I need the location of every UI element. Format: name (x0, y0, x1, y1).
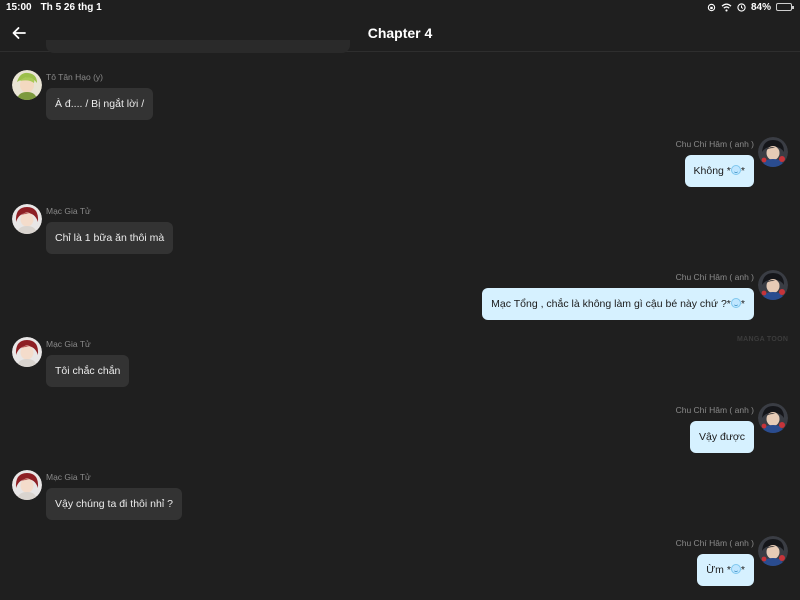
smile-emoji-icon (730, 165, 741, 175)
message-row: Mạc Gia Tử Vậy chúng ta đi thôi nhỉ ? (12, 470, 312, 526)
page-title: Chapter 4 (367, 24, 433, 41)
sender-name: Chu Chí Hâm ( anh ) (675, 139, 754, 149)
message-bubble[interactable]: Mạc Tổng , chắc là không làm gì cậu bé n… (482, 288, 754, 320)
message-row: Tô Tân Hạo (y) À đ.... / Bị ngắt lời / (12, 70, 312, 126)
status-time: 15:00 (6, 1, 32, 13)
message-bubble[interactable]: Vậy chúng ta đi thôi nhỉ ? (46, 488, 182, 520)
smile-emoji-icon (730, 298, 741, 308)
chat-screen: 15:00 Th 5 26 thg 1 84% Chapter 4 Tô Tân… (0, 0, 800, 600)
avatar-dark-haired-man[interactable] (758, 270, 788, 300)
partial-message-bubble (46, 40, 350, 53)
wifi-icon (721, 2, 732, 12)
message-bubble[interactable]: Ừm * * (697, 554, 754, 586)
avatar-red-haired-girl[interactable] (12, 204, 42, 234)
sender-name: Chu Chí Hâm ( anh ) (675, 538, 754, 548)
avatar-green-haired-boy[interactable] (12, 70, 42, 100)
avatar-red-haired-girl[interactable] (12, 337, 42, 367)
avatar-dark-haired-man[interactable] (758, 536, 788, 566)
message-row: Chu Chí Hâm ( anh ) Không * * (488, 137, 788, 193)
sender-name: Chu Chí Hâm ( anh ) (675, 405, 754, 415)
sender-name: Chu Chí Hâm ( anh ) (675, 272, 754, 282)
status-date: Th 5 26 thg 1 (40, 1, 102, 13)
avatar-dark-haired-man[interactable] (758, 137, 788, 167)
message-row: Chu Chí Hâm ( anh ) Vậy được (488, 403, 788, 459)
battery-icon (776, 3, 794, 11)
message-bubble[interactable]: Không * * (684, 155, 754, 187)
message-text-end: * (740, 298, 745, 310)
back-button[interactable] (8, 22, 30, 44)
message-bubble[interactable]: À đ.... / Bị ngắt lời / (46, 88, 154, 120)
battery-percent: 84% (750, 1, 771, 13)
smile-emoji-icon (730, 564, 741, 574)
message-row: Mạc Gia Tử Chỉ là 1 bữa ăn thôi mà (12, 204, 312, 260)
avatar-dark-haired-man[interactable] (758, 403, 788, 433)
message-bubble[interactable]: Chỉ là 1 bữa ăn thôi mà (46, 222, 174, 254)
message-row: Chu Chí Hâm ( anh ) Mạc Tổng , chắc là k… (468, 270, 788, 326)
sender-name: Mạc Gia Tử (46, 472, 91, 482)
message-text-end: * (740, 165, 745, 177)
message-row: Chu Chí Hâm ( anh ) Ừm * * (488, 536, 788, 592)
sender-name: Tô Tân Hạo (y) (46, 72, 104, 82)
message-text: Mạc Tổng , chắc là không làm gì cậu bé n… (491, 298, 731, 310)
message-row: Mạc Gia Tử Tôi chắc chắn (12, 337, 312, 393)
message-text: Không * (693, 165, 731, 177)
watermark: MANGA TOON (737, 336, 789, 343)
message-text-end: * (740, 564, 745, 576)
sender-name: Mạc Gia Tử (46, 339, 91, 349)
message-text: Ừm * (706, 564, 731, 576)
arrow-left-icon (12, 27, 26, 39)
sender-name: Mạc Gia Tử (46, 206, 91, 216)
avatar-red-haired-girl[interactable] (12, 470, 42, 500)
alarm-icon (737, 2, 746, 12)
orientation-lock-icon (707, 3, 716, 12)
message-bubble[interactable]: Vậy được (689, 421, 754, 453)
status-bar: 15:00 Th 5 26 thg 1 84% (0, 0, 800, 14)
message-bubble[interactable]: Tôi chắc chắn (46, 355, 130, 387)
